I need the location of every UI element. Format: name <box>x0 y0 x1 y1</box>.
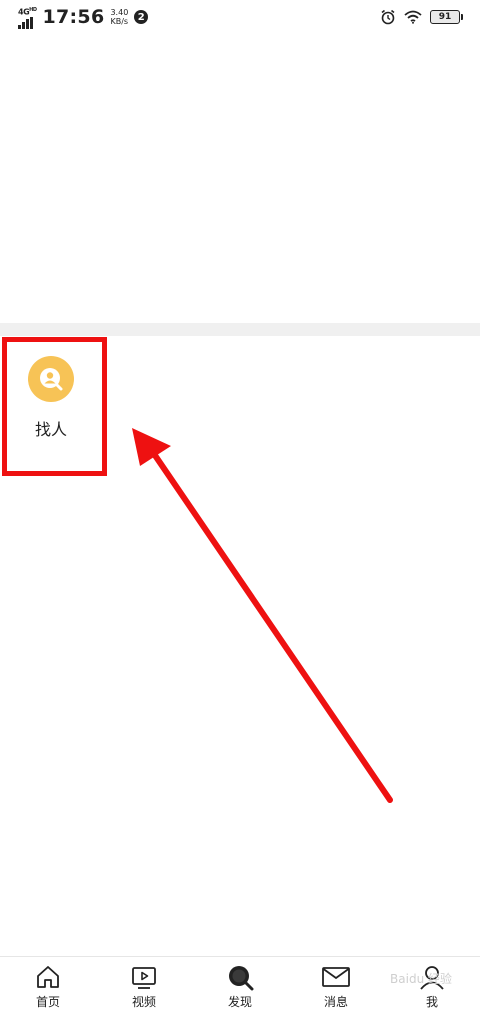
network-speed: 3.40 KB/s <box>110 8 128 26</box>
nav-me-label: 我 <box>425 995 438 1009</box>
speed-unit: KB/s <box>110 17 129 27</box>
status-left: 4GHD 17:56 3.40 KB/s 2 <box>18 6 149 29</box>
bottom-nav: 首页 视频 发现 消息 我 <box>0 956 480 1013</box>
nav-me[interactable]: 我 <box>384 957 480 1013</box>
video-icon <box>132 967 156 989</box>
find-people-button[interactable]: 找人 <box>4 340 98 466</box>
mail-icon <box>322 967 350 987</box>
section-divider <box>0 323 480 336</box>
nav-home-label: 首页 <box>35 995 60 1009</box>
home-icon <box>37 966 59 988</box>
screen: 4GHD 17:56 3.40 KB/s 2 91 找人 首页 视频 发现 消息… <box>0 0 480 1013</box>
nav-video[interactable]: 视频 <box>96 957 192 1013</box>
discover-search-icon <box>229 966 254 991</box>
nav-messages[interactable]: 消息 <box>288 957 384 1013</box>
status-bar: 4GHD 17:56 3.40 KB/s 2 91 <box>0 0 480 36</box>
network-sup: HD <box>29 7 37 13</box>
nav-discover[interactable]: 发现 <box>192 957 288 1013</box>
signal-bars-icon <box>18 16 33 29</box>
clock: 17:56 <box>42 6 105 29</box>
battery-indicator: 91 <box>430 10 463 24</box>
network-indicator: 4GHD <box>18 6 37 29</box>
annotation-arrow <box>132 428 393 803</box>
alarm-icon <box>381 9 395 25</box>
find-people-label: 找人 <box>34 420 67 439</box>
person-search-icon <box>28 356 74 402</box>
profile-icon <box>420 966 444 990</box>
wifi-icon <box>404 10 422 24</box>
nav-messages-label: 消息 <box>323 995 348 1009</box>
speed-value: 3.40 <box>110 8 129 18</box>
nav-home[interactable]: 首页 <box>0 957 96 1013</box>
status-right: 91 <box>380 9 463 25</box>
nav-discover-label: 发现 <box>227 995 252 1009</box>
notification-badge: 2 <box>134 10 149 25</box>
nav-video-label: 视频 <box>131 995 156 1009</box>
network-type: 4G <box>18 7 30 17</box>
